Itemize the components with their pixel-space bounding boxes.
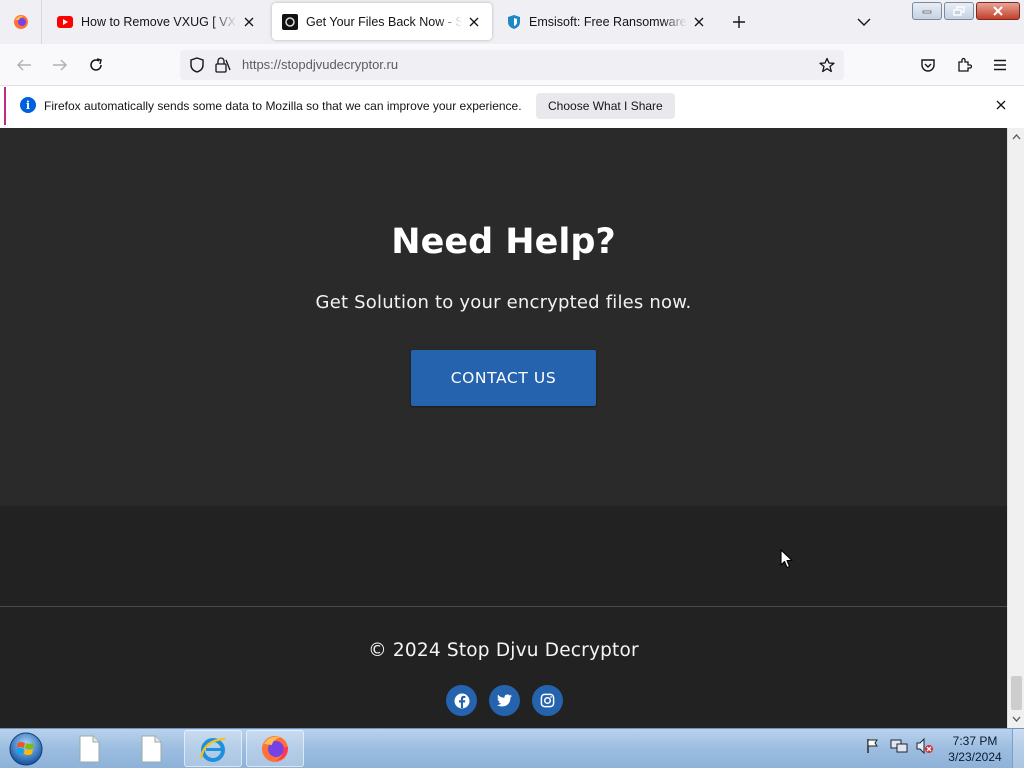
help-subheading: Get Solution to your encrypted files now…	[315, 292, 692, 313]
taskbar-firefox[interactable]	[246, 730, 304, 767]
url-bar[interactable]: https://stopdjvudecryptor.ru	[180, 50, 844, 80]
tab-title: How to Remove VXUG [ VX-Underground	[81, 14, 237, 29]
show-desktop-button[interactable]	[1012, 729, 1024, 768]
social-links	[446, 685, 563, 716]
windows-taskbar: 7:37 PM 3/23/2024	[0, 728, 1024, 768]
taskbar-internet-explorer[interactable]	[184, 730, 242, 767]
volume-muted-icon[interactable]	[916, 737, 934, 755]
network-icon[interactable]	[890, 737, 908, 755]
hamburger-menu-icon	[994, 59, 1006, 71]
tracking-protection-icon[interactable]	[188, 56, 206, 74]
plus-icon	[733, 16, 745, 28]
puzzle-icon	[958, 57, 972, 72]
facebook-link[interactable]	[446, 685, 477, 716]
close-tab-icon[interactable]	[691, 14, 707, 30]
site-favicon-icon	[282, 13, 298, 30]
scrollbar-thumb[interactable]	[1011, 676, 1022, 710]
scroll-up-arrow-icon[interactable]	[1010, 130, 1023, 143]
clock-date: 3/23/2024	[948, 750, 1002, 764]
close-notification-icon[interactable]	[994, 98, 1008, 112]
navigation-toolbar: https://stopdjvudecryptor.ru	[0, 44, 1024, 86]
tab-stopdjvu[interactable]: Get Your Files Back Now - Stop Djvu Decr…	[272, 3, 492, 40]
page-scrollbar[interactable]	[1007, 128, 1024, 728]
system-tray	[864, 737, 934, 755]
document-icon	[141, 735, 162, 762]
close-window-button[interactable]	[976, 2, 1020, 20]
window-controls	[912, 2, 1020, 20]
pocket-icon	[921, 59, 935, 72]
help-heading: Need Help?	[391, 222, 616, 262]
mouse-cursor-icon	[780, 549, 793, 569]
action-center-flag-icon[interactable]	[864, 737, 882, 755]
arrow-right-icon	[53, 59, 68, 71]
reload-button[interactable]	[83, 53, 109, 77]
back-button[interactable]	[11, 53, 37, 77]
info-icon: i	[20, 97, 36, 113]
instagram-link[interactable]	[532, 685, 563, 716]
youtube-icon	[57, 15, 73, 28]
close-icon	[993, 6, 1003, 16]
system-clock[interactable]: 7:37 PM 3/23/2024	[940, 733, 1010, 765]
site-permissions-lock-icon[interactable]	[214, 56, 232, 74]
tab-title: Get Your Files Back Now - Stop Djvu Decr…	[306, 14, 462, 29]
forward-button[interactable]	[47, 53, 73, 77]
tab-strip: How to Remove VXUG [ VX-Underground Get …	[0, 0, 1024, 44]
list-all-tabs-button[interactable]	[853, 11, 875, 33]
firefox-view-button[interactable]	[0, 0, 42, 44]
help-section: Need Help? Get Solution to your encrypte…	[0, 128, 1007, 506]
internet-explorer-icon	[199, 737, 226, 762]
tab-title: Emsisoft: Free Ransomware Decryptors	[529, 14, 687, 29]
new-tab-button[interactable]	[728, 11, 750, 33]
extensions-button[interactable]	[951, 53, 977, 77]
notification-message: Firefox automatically sends some data to…	[44, 99, 522, 113]
chevron-down-icon	[857, 18, 871, 26]
app-menu-button[interactable]	[987, 53, 1013, 77]
page-viewport: Need Help? Get Solution to your encrypte…	[0, 128, 1007, 728]
minimize-icon	[922, 10, 932, 14]
instagram-icon	[540, 693, 555, 708]
pocket-button[interactable]	[915, 53, 941, 77]
twitter-icon	[497, 694, 512, 707]
contact-us-button[interactable]: CONTACT US	[411, 350, 596, 406]
scroll-down-arrow-icon[interactable]	[1010, 712, 1023, 725]
close-tab-icon[interactable]	[466, 14, 482, 30]
clock-time: 7:37 PM	[952, 734, 998, 748]
restore-button[interactable]	[944, 2, 974, 20]
data-collection-notification: i Firefox automatically sends some data …	[4, 87, 1020, 125]
twitter-link[interactable]	[489, 685, 520, 716]
footer: © 2024 Stop Djvu Decryptor	[0, 607, 1007, 728]
minimize-button[interactable]	[912, 2, 942, 20]
taskbar-document-1[interactable]	[60, 730, 118, 767]
restore-icon	[953, 6, 965, 16]
reload-icon	[90, 58, 102, 71]
copyright-text: © 2024 Stop Djvu Decryptor	[368, 640, 639, 661]
firefox-icon	[13, 15, 28, 29]
firefox-icon	[262, 735, 288, 762]
arrow-left-icon	[16, 59, 31, 71]
bookmark-star-icon[interactable]	[818, 56, 836, 74]
document-icon	[79, 735, 100, 762]
choose-what-i-share-button[interactable]: Choose What I Share	[536, 93, 675, 119]
taskbar-document-2[interactable]	[122, 730, 180, 767]
tab-emsisoft[interactable]: Emsisoft: Free Ransomware Decryptors	[497, 3, 717, 40]
facebook-icon	[454, 693, 469, 708]
url-text[interactable]: https://stopdjvudecryptor.ru	[242, 57, 398, 72]
start-button[interactable]	[6, 731, 46, 767]
shield-icon	[508, 14, 520, 29]
tab-youtube[interactable]: How to Remove VXUG [ VX-Underground	[47, 3, 267, 40]
close-tab-icon[interactable]	[241, 14, 257, 30]
spacer-band	[0, 506, 1007, 606]
windows-start-orb-icon	[9, 732, 43, 766]
